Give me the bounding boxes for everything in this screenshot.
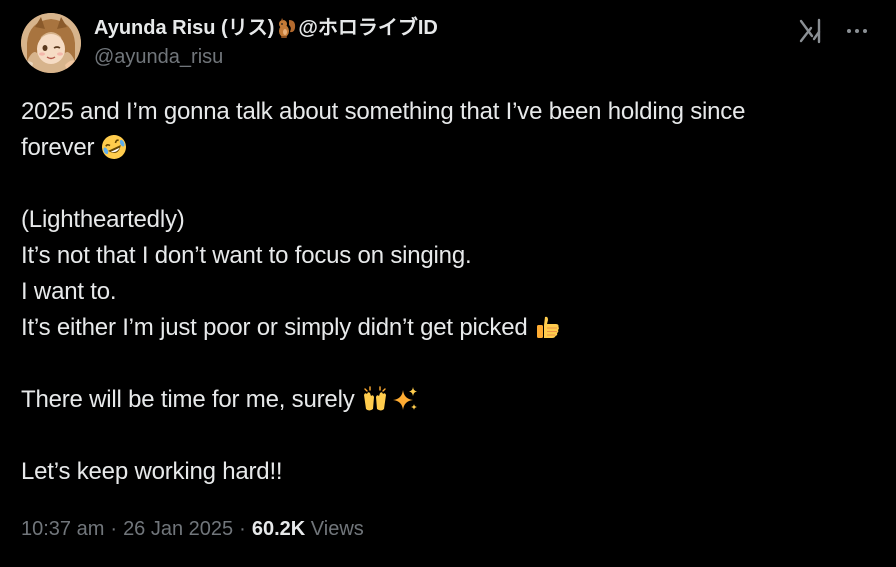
meta-separator: ·: [239, 518, 246, 540]
more-icon[interactable]: [843, 17, 871, 45]
tweet-card: Ayunda Risu (リス) @ホロライブID @ayunda_risu 2…: [0, 0, 896, 567]
tweet-line: (Lightheartedly): [21, 206, 185, 233]
tweet-line: It’s not that I don’t want to focus on s…: [21, 242, 472, 269]
rolling-on-floor-laughing-emoji-icon: [100, 133, 128, 161]
raising-hands-emoji-icon: [361, 385, 389, 413]
header-actions: [797, 17, 871, 45]
author-handle[interactable]: @ayunda_risu: [94, 43, 438, 71]
tweet-line: There will be time for me, surely: [21, 382, 871, 418]
views-count[interactable]: 60.2K: [252, 518, 305, 540]
display-name-prefix: Ayunda Risu (リス): [94, 17, 275, 39]
tweet-meta: 10:37 am · 26 Jan 2025 · 60.2K Views: [21, 514, 364, 544]
tweet-text: 2025 and I’m gonna talk about something …: [21, 94, 871, 490]
tweet-line: 2025 and I’m gonna talk about something …: [21, 98, 746, 125]
sparkles-emoji-icon: [391, 385, 419, 413]
meta-separator: ·: [110, 518, 118, 540]
author-names: Ayunda Risu (リス) @ホロライブID @ayunda_risu: [94, 14, 438, 71]
tweet-header: Ayunda Risu (リス) @ホロライブID @ayunda_risu: [21, 13, 871, 77]
tweet-line: Let’s keep working hard!!: [21, 458, 283, 485]
tweet-line: It’s either I’m just poor or simply didn…: [21, 310, 871, 346]
thumbs-up-emoji-icon: [534, 313, 562, 341]
squirrel-emoji-icon: [275, 17, 297, 39]
tweet-line: I want to.: [21, 278, 117, 305]
tweet-line-text: There will be time for me, surely: [21, 386, 355, 413]
tweet-line: forever: [21, 130, 871, 166]
tweet-time[interactable]: 10:37 am: [21, 518, 104, 540]
avatar[interactable]: [21, 13, 81, 73]
tweet-line-text: forever: [21, 134, 95, 161]
views-label: Views: [310, 518, 364, 540]
tweet-date[interactable]: 26 Jan 2025: [123, 518, 233, 540]
tweet-line-text: It’s either I’m just poor or simply didn…: [21, 314, 528, 341]
display-name[interactable]: Ayunda Risu (リス) @ホロライブID: [94, 14, 438, 42]
display-name-suffix: @ホロライブID: [298, 17, 438, 39]
grok-icon[interactable]: [797, 17, 825, 45]
